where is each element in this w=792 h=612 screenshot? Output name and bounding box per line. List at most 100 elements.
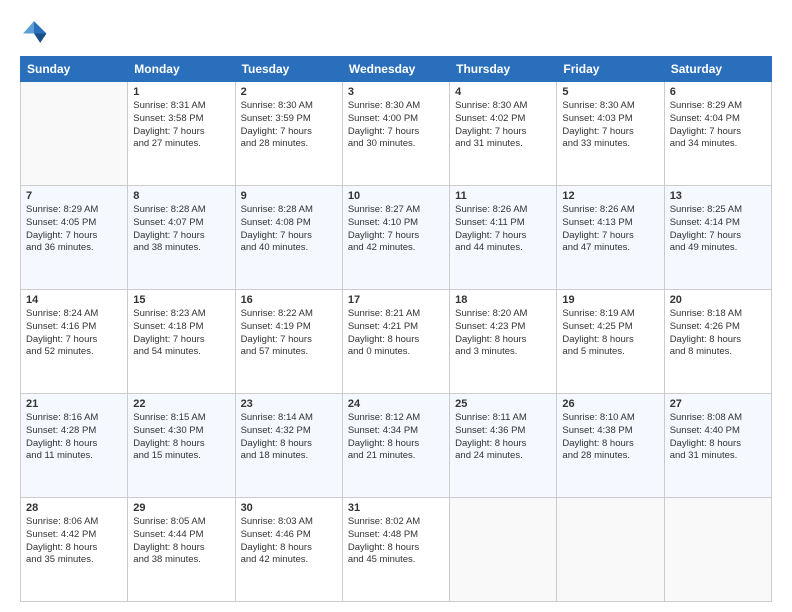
- day-info: Sunrise: 8:16 AMSunset: 4:28 PMDaylight:…: [26, 412, 122, 463]
- calendar-cell: 29Sunrise: 8:05 AMSunset: 4:44 PMDayligh…: [128, 498, 235, 602]
- calendar-header-friday: Friday: [557, 57, 664, 82]
- day-info: Sunrise: 8:28 AMSunset: 4:08 PMDaylight:…: [241, 204, 337, 255]
- calendar-cell: 6 Sunrise: 8:29 AMSunset: 4:04 PMDaylight…: [664, 82, 771, 186]
- logo: [20, 18, 50, 46]
- day-info: Sunrise: 8:18 AMSunset: 4:26 PMDaylight:…: [670, 308, 766, 359]
- calendar-cell: [664, 498, 771, 602]
- day-number: 16: [241, 294, 337, 306]
- calendar-cell: 8Sunrise: 8:28 AMSunset: 4:07 PMDaylight…: [128, 186, 235, 290]
- day-info: Sunrise: 8:30 AMSunset: 4:03 PMDaylight:…: [562, 100, 658, 151]
- day-info: Sunrise: 8:15 AMSunset: 4:30 PMDaylight:…: [133, 412, 229, 463]
- day-number: 26: [562, 398, 658, 410]
- calendar-cell: 27Sunrise: 8:08 AMSunset: 4:40 PMDayligh…: [664, 394, 771, 498]
- day-info: Sunrise: 8:03 AMSunset: 4:46 PMDaylight:…: [241, 516, 337, 567]
- calendar-cell: 14Sunrise: 8:24 AMSunset: 4:16 PMDayligh…: [21, 290, 128, 394]
- calendar-cell: 3Sunrise: 8:30 AMSunset: 4:00 PMDaylight…: [342, 82, 449, 186]
- day-info: Sunrise: 8:23 AMSunset: 4:18 PMDaylight:…: [133, 308, 229, 359]
- calendar-cell: 15Sunrise: 8:23 AMSunset: 4:18 PMDayligh…: [128, 290, 235, 394]
- day-number: 24: [348, 398, 444, 410]
- day-info: Sunrise: 8:31 AMSunset: 3:58 PMDaylight:…: [133, 100, 229, 151]
- calendar-cell: 4 Sunrise: 8:30 AMSunset: 4:02 PMDaylight…: [450, 82, 557, 186]
- day-number: 17: [348, 294, 444, 306]
- calendar-header-row: SundayMondayTuesdayWednesdayThursdayFrid…: [21, 57, 772, 82]
- calendar-header-saturday: Saturday: [664, 57, 771, 82]
- calendar-cell: 5 Sunrise: 8:30 AMSunset: 4:03 PMDaylight…: [557, 82, 664, 186]
- day-info: Sunrise: 8:20 AMSunset: 4:23 PMDaylight:…: [455, 308, 551, 359]
- day-number: 1: [133, 86, 229, 98]
- calendar-cell: 26 Sunrise: 8:10 AMSunset: 4:38 PMDayligh…: [557, 394, 664, 498]
- calendar-header-thursday: Thursday: [450, 57, 557, 82]
- day-number: 6: [670, 86, 766, 98]
- calendar-cell: 11 Sunrise: 8:26 AMSunset: 4:11 PMDayligh…: [450, 186, 557, 290]
- calendar-cell: [557, 498, 664, 602]
- day-number: 14: [26, 294, 122, 306]
- day-number: 5: [562, 86, 658, 98]
- calendar-cell: 22Sunrise: 8:15 AMSunset: 4:30 PMDayligh…: [128, 394, 235, 498]
- day-info: Sunrise: 8:29 AMSunset: 4:05 PMDaylight:…: [26, 204, 122, 255]
- day-number: 25: [455, 398, 551, 410]
- day-number: 23: [241, 398, 337, 410]
- day-number: 10: [348, 190, 444, 202]
- day-number: 19: [562, 294, 658, 306]
- calendar-cell: 2 Sunrise: 8:30 AMSunset: 3:59 PMDaylight…: [235, 82, 342, 186]
- calendar-cell: 7 Sunrise: 8:29 AMSunset: 4:05 PMDaylight…: [21, 186, 128, 290]
- day-number: 29: [133, 502, 229, 514]
- day-number: 30: [241, 502, 337, 514]
- calendar-cell: 28 Sunrise: 8:06 AMSunset: 4:42 PMDayligh…: [21, 498, 128, 602]
- day-info: Sunrise: 8:11 AMSunset: 4:36 PMDaylight:…: [455, 412, 551, 463]
- calendar-cell: 9 Sunrise: 8:28 AMSunset: 4:08 PMDaylight…: [235, 186, 342, 290]
- calendar-cell: 23 Sunrise: 8:14 AMSunset: 4:32 PMDayligh…: [235, 394, 342, 498]
- calendar-header-wednesday: Wednesday: [342, 57, 449, 82]
- day-info: Sunrise: 8:22 AMSunset: 4:19 PMDaylight:…: [241, 308, 337, 359]
- day-number: 11: [455, 190, 551, 202]
- calendar-cell: 20Sunrise: 8:18 AMSunset: 4:26 PMDayligh…: [664, 290, 771, 394]
- calendar-cell: [21, 82, 128, 186]
- calendar-cell: [450, 498, 557, 602]
- calendar-week-4: 28 Sunrise: 8:06 AMSunset: 4:42 PMDayligh…: [21, 498, 772, 602]
- day-info: Sunrise: 8:10 AMSunset: 4:38 PMDaylight:…: [562, 412, 658, 463]
- day-info: Sunrise: 8:08 AMSunset: 4:40 PMDaylight:…: [670, 412, 766, 463]
- day-number: 4: [455, 86, 551, 98]
- day-info: Sunrise: 8:12 AMSunset: 4:34 PMDaylight:…: [348, 412, 444, 463]
- header: [20, 18, 772, 46]
- page: SundayMondayTuesdayWednesdayThursdayFrid…: [0, 0, 792, 612]
- day-number: 31: [348, 502, 444, 514]
- calendar-cell: 25 Sunrise: 8:11 AMSunset: 4:36 PMDayligh…: [450, 394, 557, 498]
- calendar-body: 1 Sunrise: 8:31 AMSunset: 3:58 PMDaylight…: [21, 82, 772, 602]
- day-number: 28: [26, 502, 122, 514]
- calendar-cell: 12Sunrise: 8:26 AMSunset: 4:13 PMDayligh…: [557, 186, 664, 290]
- calendar-cell: 1 Sunrise: 8:31 AMSunset: 3:58 PMDaylight…: [128, 82, 235, 186]
- logo-icon: [20, 18, 48, 46]
- calendar-cell: 10 Sunrise: 8:27 AMSunset: 4:10 PMDayligh…: [342, 186, 449, 290]
- calendar-header-tuesday: Tuesday: [235, 57, 342, 82]
- day-info: Sunrise: 8:02 AMSunset: 4:48 PMDaylight:…: [348, 516, 444, 567]
- day-info: Sunrise: 8:06 AMSunset: 4:42 PMDaylight:…: [26, 516, 122, 567]
- day-info: Sunrise: 8:29 AMSunset: 4:04 PMDaylight:…: [670, 100, 766, 151]
- day-number: 18: [455, 294, 551, 306]
- day-info: Sunrise: 8:14 AMSunset: 4:32 PMDaylight:…: [241, 412, 337, 463]
- calendar-cell: 18 Sunrise: 8:20 AMSunset: 4:23 PMDayligh…: [450, 290, 557, 394]
- calendar-cell: 31 Sunrise: 8:02 AMSunset: 4:48 PMDayligh…: [342, 498, 449, 602]
- day-info: Sunrise: 8:30 AMSunset: 4:02 PMDaylight:…: [455, 100, 551, 151]
- day-info: Sunrise: 8:30 AMSunset: 3:59 PMDaylight:…: [241, 100, 337, 151]
- calendar-cell: 24 Sunrise: 8:12 AMSunset: 4:34 PMDayligh…: [342, 394, 449, 498]
- calendar-cell: 21 Sunrise: 8:16 AMSunset: 4:28 PMDayligh…: [21, 394, 128, 498]
- day-number: 9: [241, 190, 337, 202]
- calendar-week-2: 14Sunrise: 8:24 AMSunset: 4:16 PMDayligh…: [21, 290, 772, 394]
- day-number: 2: [241, 86, 337, 98]
- day-info: Sunrise: 8:27 AMSunset: 4:10 PMDaylight:…: [348, 204, 444, 255]
- day-info: Sunrise: 8:26 AMSunset: 4:11 PMDaylight:…: [455, 204, 551, 255]
- calendar-week-1: 7 Sunrise: 8:29 AMSunset: 4:05 PMDaylight…: [21, 186, 772, 290]
- day-number: 21: [26, 398, 122, 410]
- day-number: 13: [670, 190, 766, 202]
- day-info: Sunrise: 8:19 AMSunset: 4:25 PMDaylight:…: [562, 308, 658, 359]
- calendar-header-monday: Monday: [128, 57, 235, 82]
- day-number: 7: [26, 190, 122, 202]
- calendar-cell: 17Sunrise: 8:21 AMSunset: 4:21 PMDayligh…: [342, 290, 449, 394]
- calendar-cell: 16 Sunrise: 8:22 AMSunset: 4:19 PMDayligh…: [235, 290, 342, 394]
- day-info: Sunrise: 8:30 AMSunset: 4:00 PMDaylight:…: [348, 100, 444, 151]
- calendar-table: SundayMondayTuesdayWednesdayThursdayFrid…: [20, 56, 772, 602]
- calendar-week-0: 1 Sunrise: 8:31 AMSunset: 3:58 PMDaylight…: [21, 82, 772, 186]
- day-number: 8: [133, 190, 229, 202]
- day-info: Sunrise: 8:26 AMSunset: 4:13 PMDaylight:…: [562, 204, 658, 255]
